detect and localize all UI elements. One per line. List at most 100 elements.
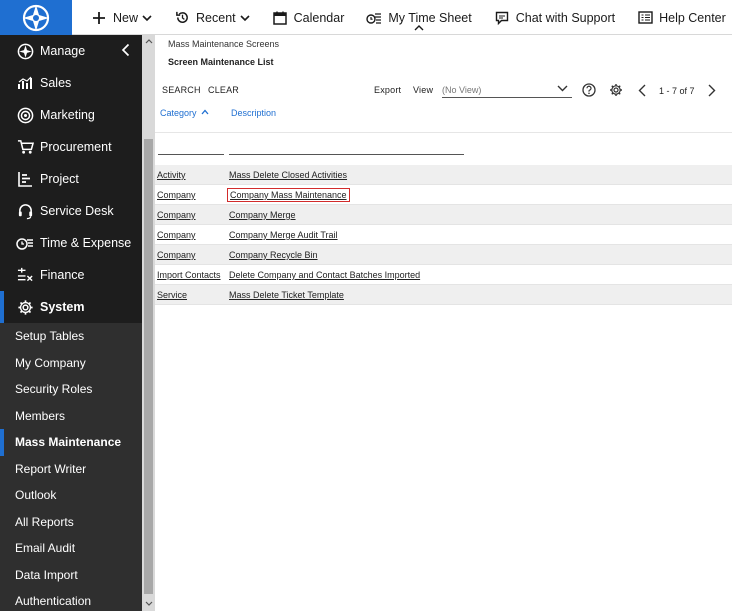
main-content: Mass Maintenance Screens Screen Maintena…: [155, 35, 732, 611]
timesheet-icon: [366, 10, 382, 26]
chat-icon: [494, 10, 510, 26]
history-icon: [174, 10, 190, 26]
column-header-category[interactable]: Category: [160, 108, 209, 118]
table-row: Company Company Mass Maintenance: [155, 185, 732, 205]
table-row: Service Mass Delete Ticket Template: [155, 285, 732, 305]
description-link-highlighted[interactable]: Company Mass Maintenance: [227, 188, 350, 202]
sidebar-item-marketing[interactable]: Marketing: [0, 99, 142, 131]
table-row: Company Company Merge Audit Trail: [155, 225, 732, 245]
view-select-value: (No View): [442, 85, 482, 95]
chevron-down-icon: [557, 84, 568, 94]
pager-range: 1 - 7 of 7: [659, 86, 695, 96]
description-link[interactable]: Mass Delete Closed Activities: [229, 170, 347, 180]
app-logo[interactable]: [0, 0, 72, 35]
my-time-sheet-link[interactable]: My Time Sheet: [355, 0, 482, 35]
submenu-item-data-import[interactable]: Data Import: [0, 562, 142, 589]
submenu-item-report-writer[interactable]: Report Writer: [0, 456, 142, 483]
table-row: Company Company Merge: [155, 205, 732, 225]
settings-gear-icon[interactable]: [608, 82, 624, 98]
help-center-link[interactable]: Help Center: [626, 0, 732, 35]
top-nav: New Recent Calendar My Time Sheet Chat w…: [80, 0, 732, 35]
recent-menu[interactable]: Recent: [163, 0, 261, 35]
new-label: New: [113, 10, 139, 25]
export-button[interactable]: Export: [374, 85, 401, 95]
category-link[interactable]: Activity: [157, 170, 186, 180]
new-menu[interactable]: New: [80, 0, 163, 35]
help-center-icon: [637, 10, 653, 26]
help-icon[interactable]: [581, 82, 597, 98]
sidebar: Manage Sales Marketing Procurement Proje…: [0, 35, 155, 611]
description-link[interactable]: Company Merge Audit Trail: [229, 230, 338, 240]
scroll-up-arrow-icon[interactable]: [142, 35, 155, 47]
sidebar-item-label: Finance: [40, 268, 85, 282]
sidebar-item-sales[interactable]: Sales: [0, 67, 142, 99]
scroll-down-arrow-icon[interactable]: [142, 597, 155, 609]
chevron-left-icon[interactable]: [121, 43, 130, 60]
sidebar-item-system[interactable]: System: [0, 291, 142, 323]
calendar-link[interactable]: Calendar: [261, 0, 356, 35]
table-row: Activity Mass Delete Closed Activities: [155, 165, 732, 185]
submenu-item-mass-maintenance[interactable]: Mass Maintenance: [0, 429, 142, 456]
sidebar-item-label: Sales: [40, 76, 72, 90]
chart-icon: [16, 74, 34, 92]
sidebar-item-label: Manage: [40, 44, 86, 58]
plus-icon: [91, 10, 107, 26]
sidebar-item-project[interactable]: Project: [0, 163, 142, 195]
category-link[interactable]: Service: [157, 290, 187, 300]
description-link[interactable]: Company Recycle Bin: [229, 250, 318, 260]
compass-logo-icon: [22, 4, 50, 31]
submenu-item-authentication[interactable]: Authentication: [0, 588, 142, 611]
sidebar-item-procurement[interactable]: Procurement: [0, 131, 142, 163]
sidebar-item-label: Project: [40, 172, 79, 186]
category-link[interactable]: Company: [157, 230, 196, 240]
table-header: Category Description: [155, 101, 732, 133]
category-link[interactable]: Import Contacts: [157, 270, 221, 280]
column-header-label: Category: [160, 108, 197, 118]
description-link[interactable]: Delete Company and Contact Batches Impor…: [229, 270, 420, 280]
category-link[interactable]: Company: [157, 210, 196, 220]
submenu-item-all-reports[interactable]: All Reports: [0, 509, 142, 536]
filter-row: [155, 133, 732, 165]
category-link[interactable]: Company: [157, 250, 196, 260]
timesheet-label: My Time Sheet: [388, 10, 472, 25]
next-page-icon[interactable]: [704, 82, 720, 98]
submenu-item-outlook[interactable]: Outlook: [0, 482, 142, 509]
headset-icon: [16, 202, 34, 220]
sidebar-item-time-expense[interactable]: Time & Expense: [0, 227, 142, 259]
top-bar: New Recent Calendar My Time Sheet Chat w…: [0, 0, 732, 35]
breadcrumb[interactable]: Mass Maintenance Screens: [168, 39, 279, 49]
submenu-item-my-company[interactable]: My Company: [0, 350, 142, 377]
search-button[interactable]: SEARCH: [162, 85, 201, 95]
previous-page-icon[interactable]: [634, 82, 650, 98]
submenu-item-email-audit[interactable]: Email Audit: [0, 535, 142, 562]
view-select[interactable]: (No View): [442, 81, 572, 98]
sidebar-item-service-desk[interactable]: Service Desk: [0, 195, 142, 227]
project-icon: [16, 170, 34, 188]
submenu-item-members[interactable]: Members: [0, 403, 142, 430]
sidebar-item-finance[interactable]: Finance: [0, 259, 142, 291]
sidebar-item-manage[interactable]: Manage: [0, 35, 142, 67]
view-label: View: [413, 85, 434, 95]
timer-icon: [16, 234, 34, 252]
submenu-item-setup-tables[interactable]: Setup Tables: [0, 323, 142, 350]
submenu-item-security-roles[interactable]: Security Roles: [0, 376, 142, 403]
chevron-down-icon: [240, 14, 250, 22]
table-row: Company Company Recycle Bin: [155, 245, 732, 265]
chat-support-link[interactable]: Chat with Support: [483, 0, 626, 35]
category-link[interactable]: Company: [157, 190, 196, 200]
category-filter-input[interactable]: [158, 154, 224, 155]
chat-label: Chat with Support: [515, 10, 616, 25]
gear-icon: [16, 298, 34, 316]
sidebar-item-label: Time & Expense: [40, 236, 132, 250]
description-link[interactable]: Mass Delete Ticket Template: [229, 290, 344, 300]
sidebar-scrollbar[interactable]: [142, 35, 155, 611]
description-link[interactable]: Company Merge: [229, 210, 296, 220]
page-title: Screen Maintenance List: [168, 57, 274, 67]
description-filter-input[interactable]: [229, 154, 464, 155]
scrollbar-thumb[interactable]: [144, 139, 153, 594]
clear-button[interactable]: CLEAR: [208, 85, 239, 95]
sidebar-nav: Manage Sales Marketing Procurement Proje…: [0, 35, 142, 611]
calendar-label: Calendar: [293, 10, 345, 25]
column-header-description[interactable]: Description: [231, 108, 276, 118]
table-row: Import Contacts Delete Company and Conta…: [155, 265, 732, 285]
